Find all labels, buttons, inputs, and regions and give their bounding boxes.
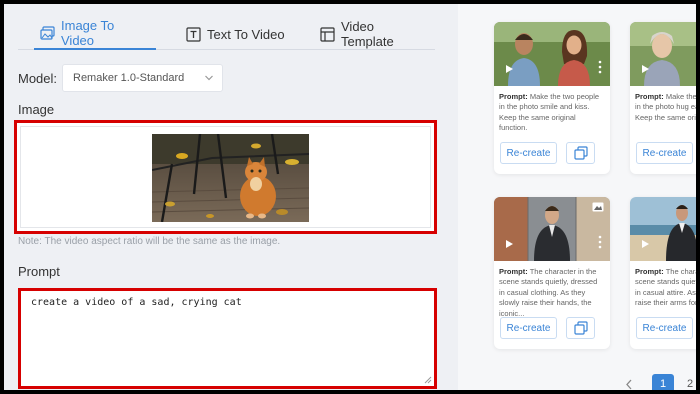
prompt-label: Prompt: — [635, 92, 664, 101]
play-icon — [642, 240, 649, 248]
template-thumbnail — [494, 22, 610, 86]
page-button-current[interactable]: 1 — [652, 374, 674, 390]
uploaded-cat-image — [152, 134, 309, 222]
recreate-button[interactable]: Re-create — [636, 317, 693, 339]
more-options-icon[interactable] — [598, 235, 602, 249]
tab-label: Text To Video — [207, 26, 285, 42]
recreate-button[interactable]: Re-create — [500, 142, 557, 164]
image-icon — [40, 25, 55, 41]
generator-panel: Image To Video Text To Video Video Templ… — [4, 4, 458, 390]
template-prompt: Prompt: The character in the scene stand… — [499, 267, 605, 319]
play-icon — [506, 240, 513, 248]
template-card[interactable]: Prompt: The character in the scene stand… — [630, 197, 696, 349]
chevron-left-icon — [626, 379, 632, 390]
templates-panel: Prompt: Make the two people in the photo… — [458, 4, 696, 390]
recreate-button[interactable]: Re-create — [500, 317, 557, 339]
tab-video-template[interactable]: Video Template — [314, 18, 435, 50]
template-thumbnail — [630, 22, 696, 86]
image-dropzone — [20, 126, 431, 228]
image-badge-icon — [592, 202, 604, 212]
prompt-textarea[interactable]: create a video of a sad, crying cat — [18, 288, 437, 389]
copy-icon — [573, 146, 588, 160]
recreate-button[interactable]: Re-create — [636, 142, 693, 164]
more-options-icon[interactable] — [598, 60, 602, 74]
tab-label: Video Template — [341, 19, 394, 49]
copy-icon — [573, 321, 588, 335]
template-prompt: Prompt: Make the two people in the photo… — [499, 92, 605, 134]
play-icon — [642, 65, 649, 73]
model-label: Model: — [18, 70, 58, 86]
tab-label: Image To Video — [61, 18, 115, 48]
prompt-section-label: Prompt — [18, 264, 60, 279]
chevron-down-icon — [205, 75, 213, 81]
copy-button[interactable] — [566, 317, 595, 339]
template-thumbnail — [630, 197, 696, 261]
image-upload-area[interactable] — [14, 120, 437, 234]
page-button-next[interactable]: 2 — [684, 374, 696, 390]
tab-text-to-video[interactable]: Text To Video — [180, 18, 291, 50]
text-icon — [186, 26, 201, 42]
model-value: Remaker 1.0-Standard — [73, 72, 185, 84]
mode-tabs: Image To Video Text To Video Video Templ… — [18, 18, 435, 50]
template-card[interactable]: Prompt: The character in the scene stand… — [494, 197, 610, 349]
template-card[interactable]: Prompt: Make the two people in the photo… — [630, 22, 696, 174]
prompt-value: create a video of a sad, crying cat — [31, 297, 242, 308]
copy-button[interactable] — [566, 142, 595, 164]
template-thumbnail — [494, 197, 610, 261]
template-icon — [320, 26, 335, 42]
resize-handle-icon[interactable] — [424, 376, 432, 384]
model-select[interactable]: Remaker 1.0-Standard — [62, 64, 223, 92]
image-section-label: Image — [18, 102, 55, 117]
template-prompt: Prompt: Make the two people in the photo… — [635, 92, 696, 123]
play-icon — [506, 65, 513, 73]
aspect-ratio-note: Note: The video aspect ratio will be the… — [18, 236, 281, 247]
prev-page-button[interactable] — [624, 374, 636, 390]
tab-image-to-video[interactable]: Image To Video — [34, 18, 156, 50]
model-row: Model: Remaker 1.0-Standard — [18, 64, 223, 92]
prompt-label: Prompt: — [499, 92, 528, 101]
prompt-label: Prompt: — [635, 267, 664, 276]
prompt-label: Prompt: — [499, 267, 528, 276]
template-card[interactable]: Prompt: Make the two people in the photo… — [494, 22, 610, 174]
app-frame: Image To Video Text To Video Video Templ… — [4, 4, 696, 390]
template-prompt: Prompt: The character in the scene stand… — [635, 267, 696, 309]
